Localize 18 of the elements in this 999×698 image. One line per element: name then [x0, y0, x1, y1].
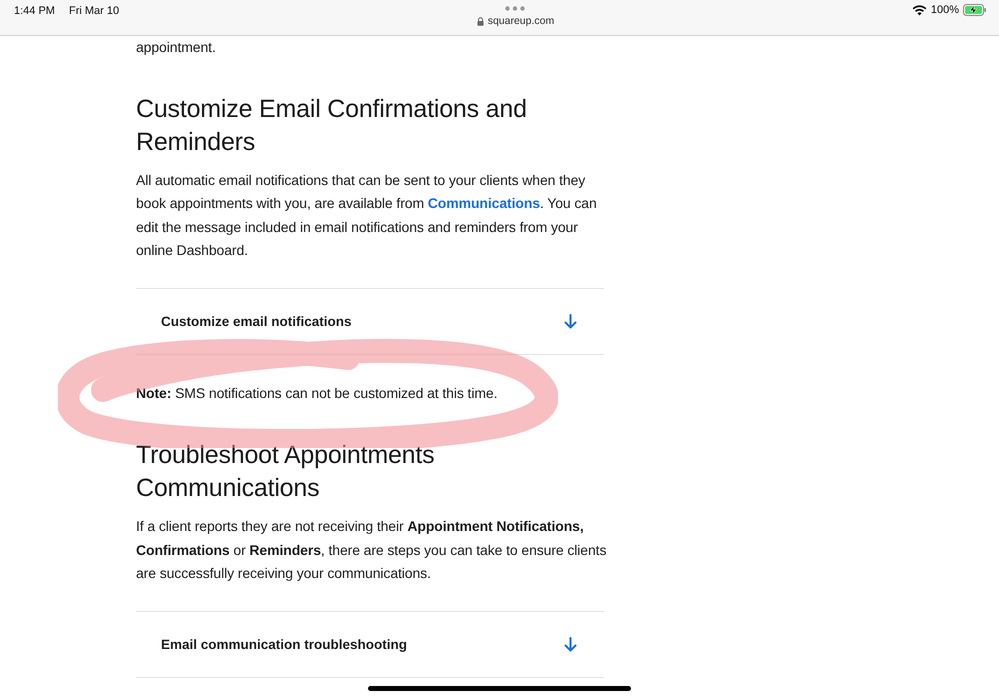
status-time: 1:44 PM: [14, 5, 55, 17]
body-paragraph: If a client reports they are not receiving their Appointment Notifications, Confirmations or Reminders, there are steps you can take to ensure clients are successfully receiving your communications.: [136, 517, 608, 583]
communications-link[interactable]: Communications: [428, 195, 540, 211]
arrow-icon: [564, 636, 577, 652]
section-heading: Customize Email Confirmations and Reminders: [136, 94, 528, 158]
battery-percent: 100%: [930, 4, 959, 16]
status-date: Fri Mar 10: [68, 5, 120, 17]
arrow-icon: [564, 314, 577, 328]
note-text: Note: SMS notifications can not be customized at this time.: [136, 384, 498, 402]
lock-icon: [476, 16, 484, 26]
accordion-row[interactable]: Customize email notifications: [136, 288, 604, 354]
section-heading: Troubleshoot Appointments Communications: [136, 440, 436, 504]
wifi-icon: [912, 4, 927, 16]
more-icon[interactable]: [505, 6, 526, 11]
accordion-row[interactable]: Email communication troubleshooting: [136, 610, 604, 678]
body-paragraph: All automatic email notifications that can be sent to your clients when they book appointments with you, are available from Communications. You can edit the message included in email notifications and reminders from your online Dashboard.: [136, 170, 598, 260]
body-paragraph: appointment.: [136, 38, 217, 57]
address-url[interactable]: squareup.com: [488, 15, 554, 27]
